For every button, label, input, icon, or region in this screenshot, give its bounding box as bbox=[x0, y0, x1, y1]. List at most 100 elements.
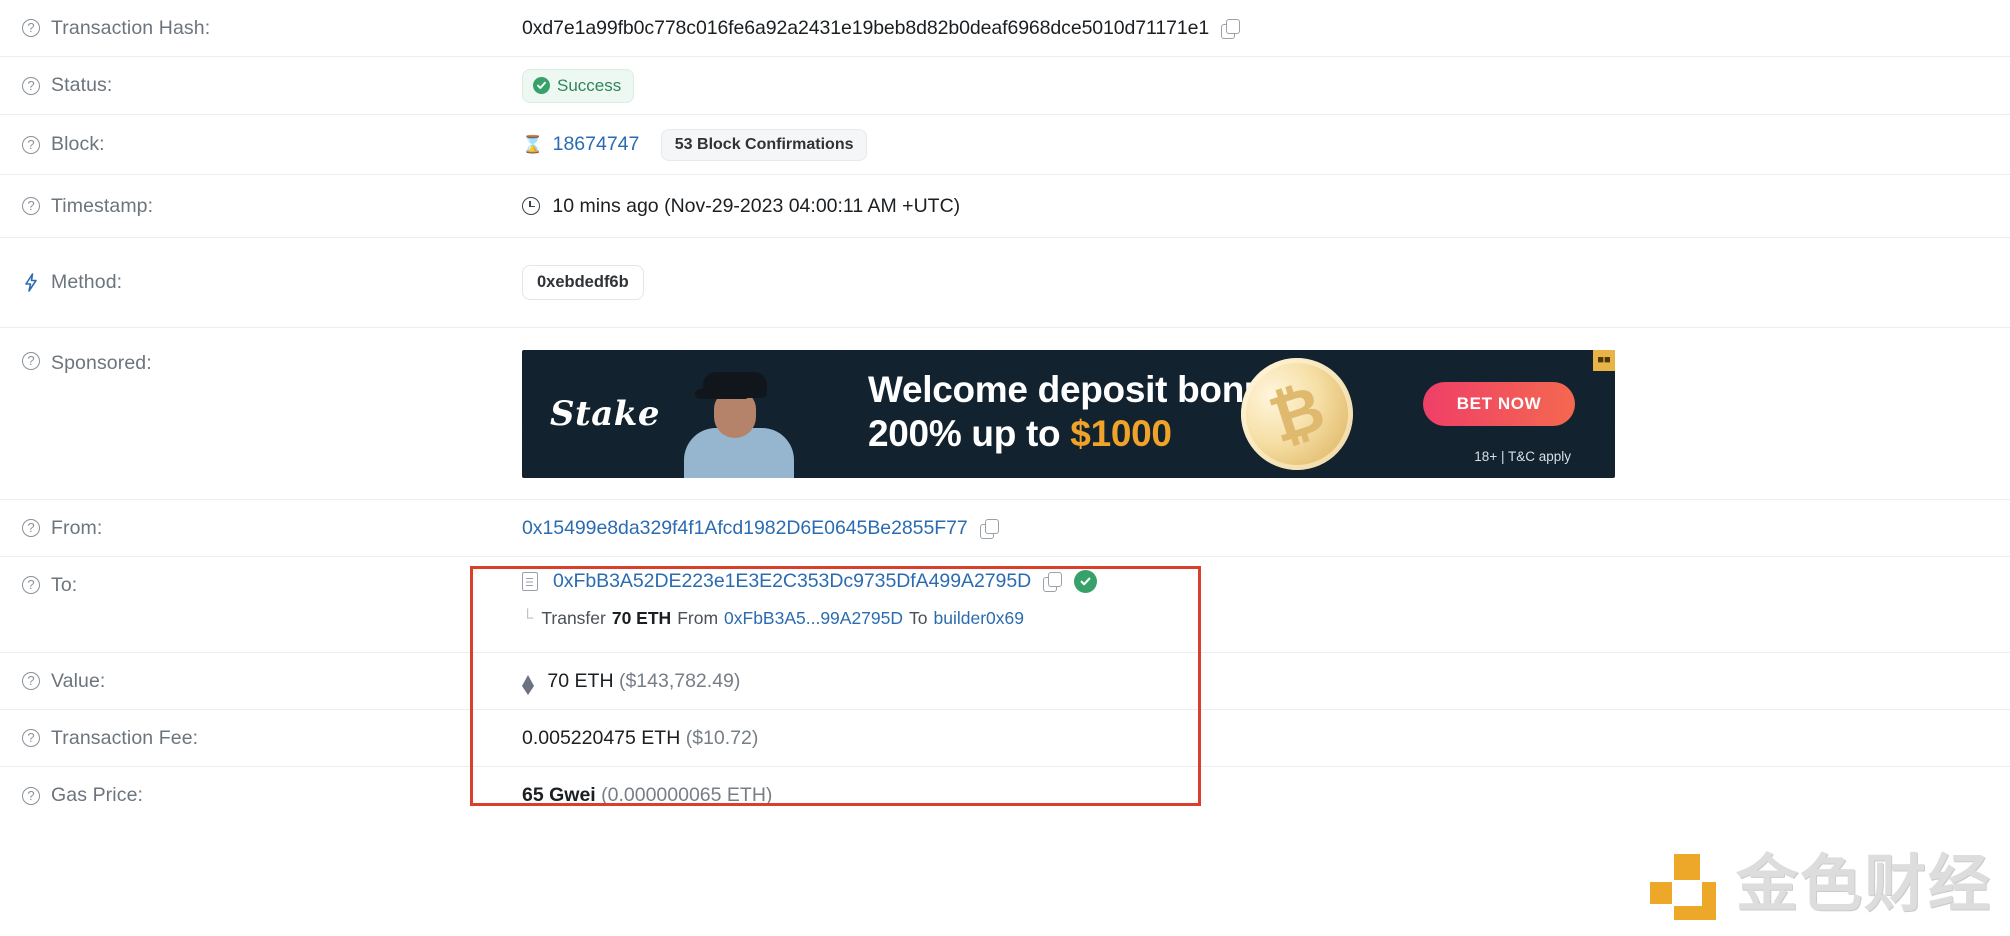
to-address-link[interactable]: 0xFbB3A52DE223e1E3E2C353Dc9735DfA499A279… bbox=[553, 570, 1031, 593]
help-icon[interactable]: ? bbox=[22, 352, 40, 370]
help-icon[interactable]: ? bbox=[22, 786, 40, 805]
sponsored-banner-ad[interactable]: Stake Welcome deposit bonus 200% up to $… bbox=[522, 350, 1615, 478]
help-icon[interactable]: ? bbox=[22, 19, 40, 37]
jinse-logo-icon bbox=[1648, 848, 1720, 920]
banner-person-image bbox=[670, 366, 820, 478]
value-from: 0x15499e8da329f4f1Afcd1982D6E0645Be2855F… bbox=[522, 517, 2010, 540]
from-label: From: bbox=[51, 516, 103, 539]
help-icon[interactable]: ? bbox=[22, 519, 40, 537]
row-to: ? To: 0xFbB3A52DE223e1E3E2C353Dc9735DfA4… bbox=[0, 557, 2010, 653]
tree-corner-icon: └ bbox=[522, 609, 534, 627]
label-timestamp: ? Timestamp: bbox=[22, 195, 522, 218]
label-method: Method: bbox=[22, 271, 522, 294]
value-value: 70 ETH ($143,782.49) bbox=[522, 669, 2010, 695]
row-transaction-fee: ? Transaction Fee: 0.005220475 ETH ($10.… bbox=[0, 710, 2010, 767]
transaction-fee-amount: 0.005220475 ETH bbox=[522, 726, 681, 749]
banner-amount: $1000 bbox=[1070, 412, 1172, 454]
help-icon[interactable]: ? bbox=[22, 729, 40, 747]
transfer-to-name-link[interactable]: builder0x69 bbox=[934, 608, 1024, 629]
transfer-from-address-link[interactable]: 0xFbB3A5...99A2795D bbox=[724, 608, 903, 629]
value-status: Success bbox=[522, 68, 2010, 103]
banner-headline-line1: Welcome deposit bonus bbox=[868, 369, 1287, 410]
banner-headline: Welcome deposit bonus 200% up to $1000 bbox=[868, 368, 1287, 455]
help-icon[interactable]: ? bbox=[22, 76, 40, 95]
value-gas-price: 65 Gwei (0.000000065 ETH) bbox=[522, 784, 2010, 807]
row-from: ? From: 0x15499e8da329f4f1Afcd1982D6E064… bbox=[0, 500, 2010, 557]
timestamp-label: Timestamp: bbox=[51, 194, 154, 217]
value-label: Value: bbox=[51, 669, 106, 692]
value-transaction-hash: 0xd7e1a99fb0c778c016fe6a92a2431e19beb8d8… bbox=[522, 17, 2010, 40]
transfer-verb: Transfer bbox=[541, 608, 606, 628]
value-transaction-fee: 0.005220475 ETH ($10.72) bbox=[522, 727, 2010, 750]
row-status: ? Status: Success bbox=[0, 57, 2010, 115]
stake-logo: Stake bbox=[550, 394, 660, 434]
label-from: ? From: bbox=[22, 517, 522, 540]
block-label: Block: bbox=[51, 133, 105, 155]
sponsored-label: Sponsored: bbox=[51, 352, 152, 374]
value-amount: 70 ETH bbox=[547, 669, 614, 692]
label-value: ? Value: bbox=[22, 670, 522, 693]
clock-icon bbox=[522, 196, 540, 215]
transfer-from-word: From bbox=[677, 608, 719, 628]
timestamp-value: 10 mins ago (Nov-29-2023 04:00:11 AM +UT… bbox=[552, 194, 961, 217]
hourglass-icon: ⌛ bbox=[522, 134, 544, 154]
transaction-hash-label: Transaction Hash: bbox=[51, 16, 211, 39]
check-circle-icon bbox=[533, 77, 550, 94]
transaction-fee-label: Transaction Fee: bbox=[51, 726, 199, 749]
watermark-text: 金色财经 bbox=[1735, 847, 1992, 920]
gas-price-amount: 65 Gwei bbox=[522, 784, 596, 806]
label-gas-price: ? Gas Price: bbox=[22, 784, 522, 807]
from-address-link[interactable]: 0x15499e8da329f4f1Afcd1982D6E0645Be2855F… bbox=[522, 517, 968, 540]
lightning-bolt-icon bbox=[22, 273, 40, 293]
ethereum-diamond-icon bbox=[522, 674, 534, 695]
contract-document-icon bbox=[522, 572, 538, 591]
transfer-to-word: To bbox=[909, 608, 928, 628]
transfer-amount: 70 ETH bbox=[611, 608, 672, 628]
gas-price-label: Gas Price: bbox=[51, 784, 144, 806]
value-block: ⌛ 18674747 53 Block Confirmations bbox=[522, 128, 2010, 161]
ad-choices-icon[interactable]: ■■ bbox=[1593, 350, 1615, 371]
value-method: 0xebdedf6b bbox=[522, 265, 2010, 300]
help-icon[interactable]: ? bbox=[22, 135, 40, 154]
value-to: 0xFbB3A52DE223e1E3E2C353Dc9735DfA499A279… bbox=[522, 570, 2010, 629]
verified-contract-icon bbox=[1074, 570, 1098, 593]
copy-icon[interactable] bbox=[1221, 18, 1241, 39]
copy-icon[interactable] bbox=[979, 518, 999, 539]
block-number-link[interactable]: 18674747 bbox=[553, 133, 640, 155]
label-to: ? To: bbox=[22, 570, 522, 600]
row-gas-price: ? Gas Price: 65 Gwei (0.000000065 ETH) bbox=[0, 767, 2010, 824]
label-block: ? Block: bbox=[22, 133, 522, 156]
bet-now-button[interactable]: BET NOW bbox=[1423, 382, 1575, 426]
status-text: Success bbox=[557, 75, 622, 95]
block-confirmations-badge: 53 Block Confirmations bbox=[660, 128, 868, 161]
value-sponsored: Stake Welcome deposit bonus 200% up to $… bbox=[522, 350, 2010, 478]
row-block: ? Block: ⌛ 18674747 53 Block Confirmatio… bbox=[0, 115, 2010, 175]
status-badge: Success bbox=[522, 68, 635, 103]
method-label: Method: bbox=[51, 271, 123, 293]
to-label: To: bbox=[51, 573, 78, 596]
internal-transfer-line: └ Transfer 70 ETH From 0xFbB3A5...99A279… bbox=[522, 608, 2010, 629]
help-icon[interactable]: ? bbox=[22, 197, 40, 215]
value-fiat: ($143,782.49) bbox=[618, 669, 741, 692]
banner-terms-text: 18+ | T&C apply bbox=[1474, 449, 1571, 464]
help-icon[interactable]: ? bbox=[22, 576, 40, 594]
label-status: ? Status: bbox=[22, 74, 522, 97]
help-icon[interactable]: ? bbox=[22, 672, 40, 690]
gas-price-eth: (0.000000065 ETH) bbox=[601, 784, 773, 806]
transaction-fee-fiat: ($10.72) bbox=[685, 726, 759, 749]
row-value: ? Value: 70 ETH ($143,782.49) bbox=[0, 653, 2010, 710]
row-sponsored: ? Sponsored: Stake Welcome deposit bonus… bbox=[0, 328, 2010, 500]
label-transaction-fee: ? Transaction Fee: bbox=[22, 727, 522, 750]
label-sponsored: ? Sponsored: bbox=[22, 350, 522, 375]
method-badge: 0xebdedf6b bbox=[522, 265, 644, 300]
row-timestamp: ? Timestamp: 10 mins ago (Nov-29-2023 04… bbox=[0, 175, 2010, 238]
transaction-hash-value: 0xd7e1a99fb0c778c016fe6a92a2431e19beb8d8… bbox=[522, 16, 1210, 39]
label-transaction-hash: ? Transaction Hash: bbox=[22, 17, 522, 40]
row-transaction-hash: ? Transaction Hash: 0xd7e1a99fb0c778c016… bbox=[0, 0, 2010, 57]
transaction-details-page: ? Transaction Hash: 0xd7e1a99fb0c778c016… bbox=[0, 0, 2010, 936]
status-label: Status: bbox=[51, 74, 113, 96]
copy-icon[interactable] bbox=[1043, 572, 1063, 592]
value-timestamp: 10 mins ago (Nov-29-2023 04:00:11 AM +UT… bbox=[522, 195, 2010, 218]
row-method: Method: 0xebdedf6b bbox=[0, 238, 2010, 328]
banner-headline-line2: 200% up to $1000 bbox=[868, 412, 1172, 454]
